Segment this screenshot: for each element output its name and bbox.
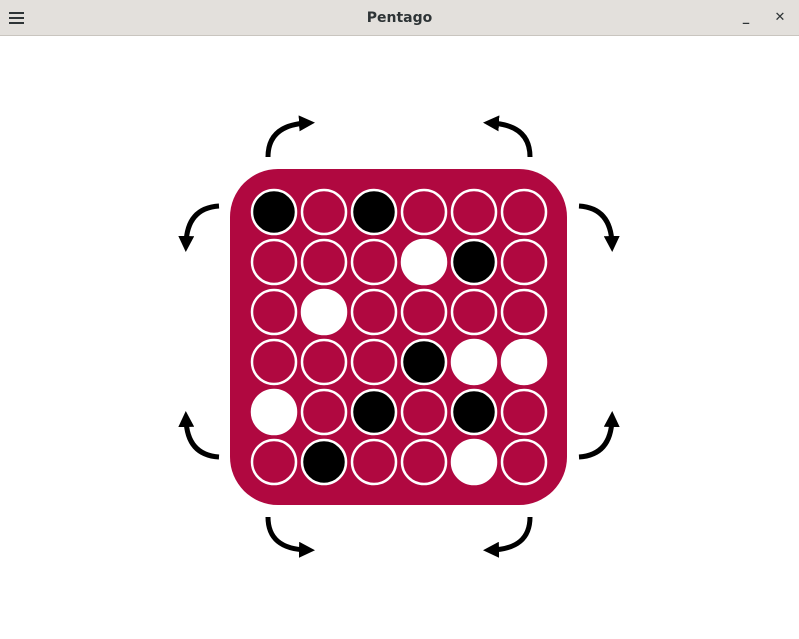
title-bar: Pentago _ ✕ xyxy=(0,0,799,36)
white-marble[interactable] xyxy=(450,438,498,486)
white-marble[interactable] xyxy=(450,338,498,386)
rotate-bottom-left-counterclockwise-icon[interactable] xyxy=(265,516,315,558)
board-hole-empty[interactable] xyxy=(300,388,348,436)
window-title: Pentago xyxy=(366,10,433,26)
board-hole-empty[interactable] xyxy=(450,188,498,236)
black-marble[interactable] xyxy=(300,438,348,486)
black-marble[interactable] xyxy=(400,338,448,386)
board-hole-empty[interactable] xyxy=(250,288,298,336)
rotate-top-right-counterclockwise-icon[interactable] xyxy=(483,115,533,158)
rotate-bottom-right-counterclockwise-icon[interactable] xyxy=(578,411,620,460)
white-marble[interactable] xyxy=(500,338,548,386)
board-hole-empty[interactable] xyxy=(500,188,548,236)
black-marble[interactable] xyxy=(350,188,398,236)
board-hole-empty[interactable] xyxy=(350,288,398,336)
board-hole-empty[interactable] xyxy=(500,388,548,436)
black-marble[interactable] xyxy=(450,238,498,286)
board-hole-empty[interactable] xyxy=(450,288,498,336)
board-hole-empty[interactable] xyxy=(500,288,548,336)
black-marble[interactable] xyxy=(250,188,298,236)
board-hole-empty[interactable] xyxy=(500,238,548,286)
board-hole-empty[interactable] xyxy=(400,188,448,236)
game-area xyxy=(0,37,799,639)
board-hole-empty[interactable] xyxy=(350,438,398,486)
rotate-bottom-left-clockwise-icon[interactable] xyxy=(178,411,220,460)
black-marble[interactable] xyxy=(350,388,398,436)
board-hole-empty[interactable] xyxy=(400,288,448,336)
white-marble[interactable] xyxy=(400,238,448,286)
board-hole-empty[interactable] xyxy=(300,238,348,286)
black-marble[interactable] xyxy=(450,388,498,436)
board-hole-empty[interactable] xyxy=(250,438,298,486)
board-hole-empty[interactable] xyxy=(250,238,298,286)
board-hole-empty[interactable] xyxy=(400,438,448,486)
close-button[interactable]: ✕ xyxy=(771,9,789,27)
rotate-top-left-counterclockwise-icon[interactable] xyxy=(178,203,220,252)
board-hole-empty[interactable] xyxy=(250,338,298,386)
board-hole-empty[interactable] xyxy=(500,438,548,486)
rotate-top-right-clockwise-icon[interactable] xyxy=(578,203,620,252)
board-hole-empty[interactable] xyxy=(350,338,398,386)
rotate-top-left-clockwise-icon[interactable] xyxy=(265,115,315,158)
board-hole-empty[interactable] xyxy=(300,338,348,386)
white-marble[interactable] xyxy=(300,288,348,336)
rotate-bottom-right-clockwise-icon[interactable] xyxy=(483,516,533,558)
game-canvas xyxy=(178,115,620,558)
minimize-button[interactable]: _ xyxy=(737,9,755,27)
board-hole-empty[interactable] xyxy=(400,388,448,436)
board-hole-empty[interactable] xyxy=(300,188,348,236)
white-marble[interactable] xyxy=(250,388,298,436)
board-hole-empty[interactable] xyxy=(350,238,398,286)
